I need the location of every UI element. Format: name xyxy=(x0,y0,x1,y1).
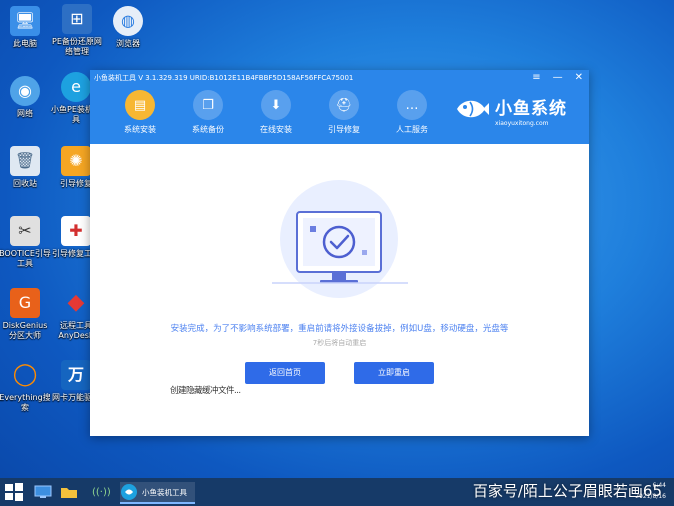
back-home-button[interactable]: 返回首页 xyxy=(245,362,325,384)
desktop-icon-label: PE备份还原网络管理 xyxy=(52,37,102,56)
xiaoyu-app-icon xyxy=(121,484,137,500)
nav-label: 在线安装 xyxy=(260,125,292,134)
nav-label: 系统安装 xyxy=(124,125,156,134)
desktop-icon-label: Everything搜索 xyxy=(0,393,51,412)
installer-content: 安装完成，为了不影响系统部署，重启前请将外接设备拔掉，例如U盘，移动硬盘，光盘等… xyxy=(90,144,589,436)
nav-boot-repair[interactable]: ⛑ 引导修复 xyxy=(310,90,378,135)
monitor-icon xyxy=(34,485,52,498)
close-button[interactable]: ✕ xyxy=(575,70,583,86)
install-package-icon: ▤ xyxy=(125,90,155,120)
folder-icon xyxy=(61,488,77,498)
installer-window: 小鱼装机工具 V 3.1.329.319 URID:B1012E11B4FBBF… xyxy=(90,70,589,436)
taskbar-desktop[interactable] xyxy=(34,482,54,502)
nav-online-install[interactable]: ⬇ 在线安装 xyxy=(242,90,310,135)
restart-countdown: 7秒后将自动重启 xyxy=(312,339,367,347)
diskgenius-icon: G xyxy=(10,288,40,318)
network-globe-icon: ◉ xyxy=(10,76,40,106)
window-controls: ≡ — ✕ xyxy=(532,70,583,86)
magnifier-icon: ◯ xyxy=(12,362,38,387)
taskbar-running-installer[interactable]: 小鱼装机工具 xyxy=(120,482,195,504)
desktop-icon-label: 浏览器 xyxy=(116,39,140,48)
main-nav: ▤ 系统安装 ❐ 系统备份 ⬇ 在线安装 ⛑ 引导修复 … 人工服务 xyxy=(106,90,446,135)
computer-icon: 🖥 xyxy=(10,6,40,36)
desktop-icon-everything[interactable]: ◯ Everything搜索 xyxy=(0,360,51,413)
desktop-icons: 🖥 此电脑 ⊞ PE备份还原网络管理 ◍ 浏览器 ◉ 网络 e 小鱼PE装机工具… xyxy=(0,0,143,478)
pinwheel-icon: ✺ xyxy=(61,146,91,176)
desktop-icon-recycle-bin[interactable]: 🗑 回收站 xyxy=(0,146,51,189)
monitor-check-icon xyxy=(272,211,408,284)
desktop-icon-label: 回收站 xyxy=(13,179,37,188)
first-aid-icon: ✚ xyxy=(61,216,91,246)
installer-header: 小鱼装机工具 V 3.1.329.319 URID:B1012E11B4FBBF… xyxy=(90,70,589,144)
taskbar-file-explorer[interactable] xyxy=(60,482,80,502)
desktop-icon-pe-backup-network[interactable]: ⊞ PE备份还原网络管理 xyxy=(51,4,103,57)
nav-label: 人工服务 xyxy=(396,125,428,134)
taskbar-app-label: 小鱼装机工具 xyxy=(142,487,187,497)
desktop-icon-diskgenius[interactable]: G DiskGenius分区大师 xyxy=(0,288,51,341)
recycle-bin-icon: 🗑 xyxy=(10,146,40,176)
restart-now-button[interactable]: 立即重启 xyxy=(354,362,434,384)
browser-globe-icon: ◍ xyxy=(113,6,143,36)
desktop-icon-label: DiskGenius分区大师 xyxy=(2,321,48,340)
tools-icon: ✂ xyxy=(10,216,40,246)
nav-manual-service[interactable]: … 人工服务 xyxy=(378,90,446,135)
chat-icon: … xyxy=(397,90,427,120)
download-icon: ⬇ xyxy=(261,90,291,120)
status-overlay-text: 创建隐藏缓冲文件... xyxy=(170,386,241,396)
watermark: 百家号/陌上公子眉眼若画65 xyxy=(472,482,662,500)
nic-driver-icon: 万 xyxy=(61,360,91,390)
desktop-icon-label: BOOTICE引导工具 xyxy=(0,249,51,268)
desktop-icon-network[interactable]: ◉ 网络 xyxy=(0,76,51,119)
backup-icon: ❐ xyxy=(193,90,223,120)
install-complete-message: 安装完成，为了不影响系统部署，重启前请将外接设备拔掉，例如U盘，移动硬盘，光盘等 xyxy=(170,324,509,334)
brand-url: xiaoyuxitong.com xyxy=(495,120,549,127)
window-title: 小鱼装机工具 V 3.1.329.319 URID:B1012E11B4FBBF… xyxy=(94,74,354,82)
desktop-icon-label: 网络 xyxy=(17,109,33,118)
menu-icon[interactable]: ≡ xyxy=(532,70,540,86)
xiaoyu-installer-icon: e xyxy=(61,72,91,102)
nav-system-backup[interactable]: ❐ 系统备份 xyxy=(174,90,242,135)
desktop-icon-bootice[interactable]: ✂ BOOTICE引导工具 xyxy=(0,216,51,269)
window-titlebar[interactable]: 小鱼装机工具 V 3.1.329.319 URID:B1012E11B4FBBF… xyxy=(90,70,589,86)
brand-name: 小鱼系统 xyxy=(495,99,567,119)
taskbar-network[interactable]: ((·)) xyxy=(92,482,114,502)
minimize-button[interactable]: — xyxy=(553,70,563,86)
anydesk-icon: ◆ xyxy=(67,290,85,315)
brand: 小鱼系统 xiaoyuxitong.com xyxy=(457,94,567,127)
desktop-icon-this-pc[interactable]: 🖥 此电脑 xyxy=(0,6,51,49)
network-manager-icon: ⊞ xyxy=(62,4,92,34)
start-button[interactable] xyxy=(4,482,24,502)
wifi-antenna-icon: ((·)) xyxy=(92,486,111,498)
nav-label: 系统备份 xyxy=(192,125,224,134)
nav-label: 引导修复 xyxy=(328,125,360,134)
fish-logo-icon xyxy=(457,100,489,118)
nav-system-install[interactable]: ▤ 系统安装 xyxy=(106,90,174,135)
desktop-icon-label: 此电脑 xyxy=(13,39,37,48)
toolbox-icon: ⛑ xyxy=(329,90,359,120)
desktop-icon-browser[interactable]: ◍ 浏览器 xyxy=(102,6,154,49)
